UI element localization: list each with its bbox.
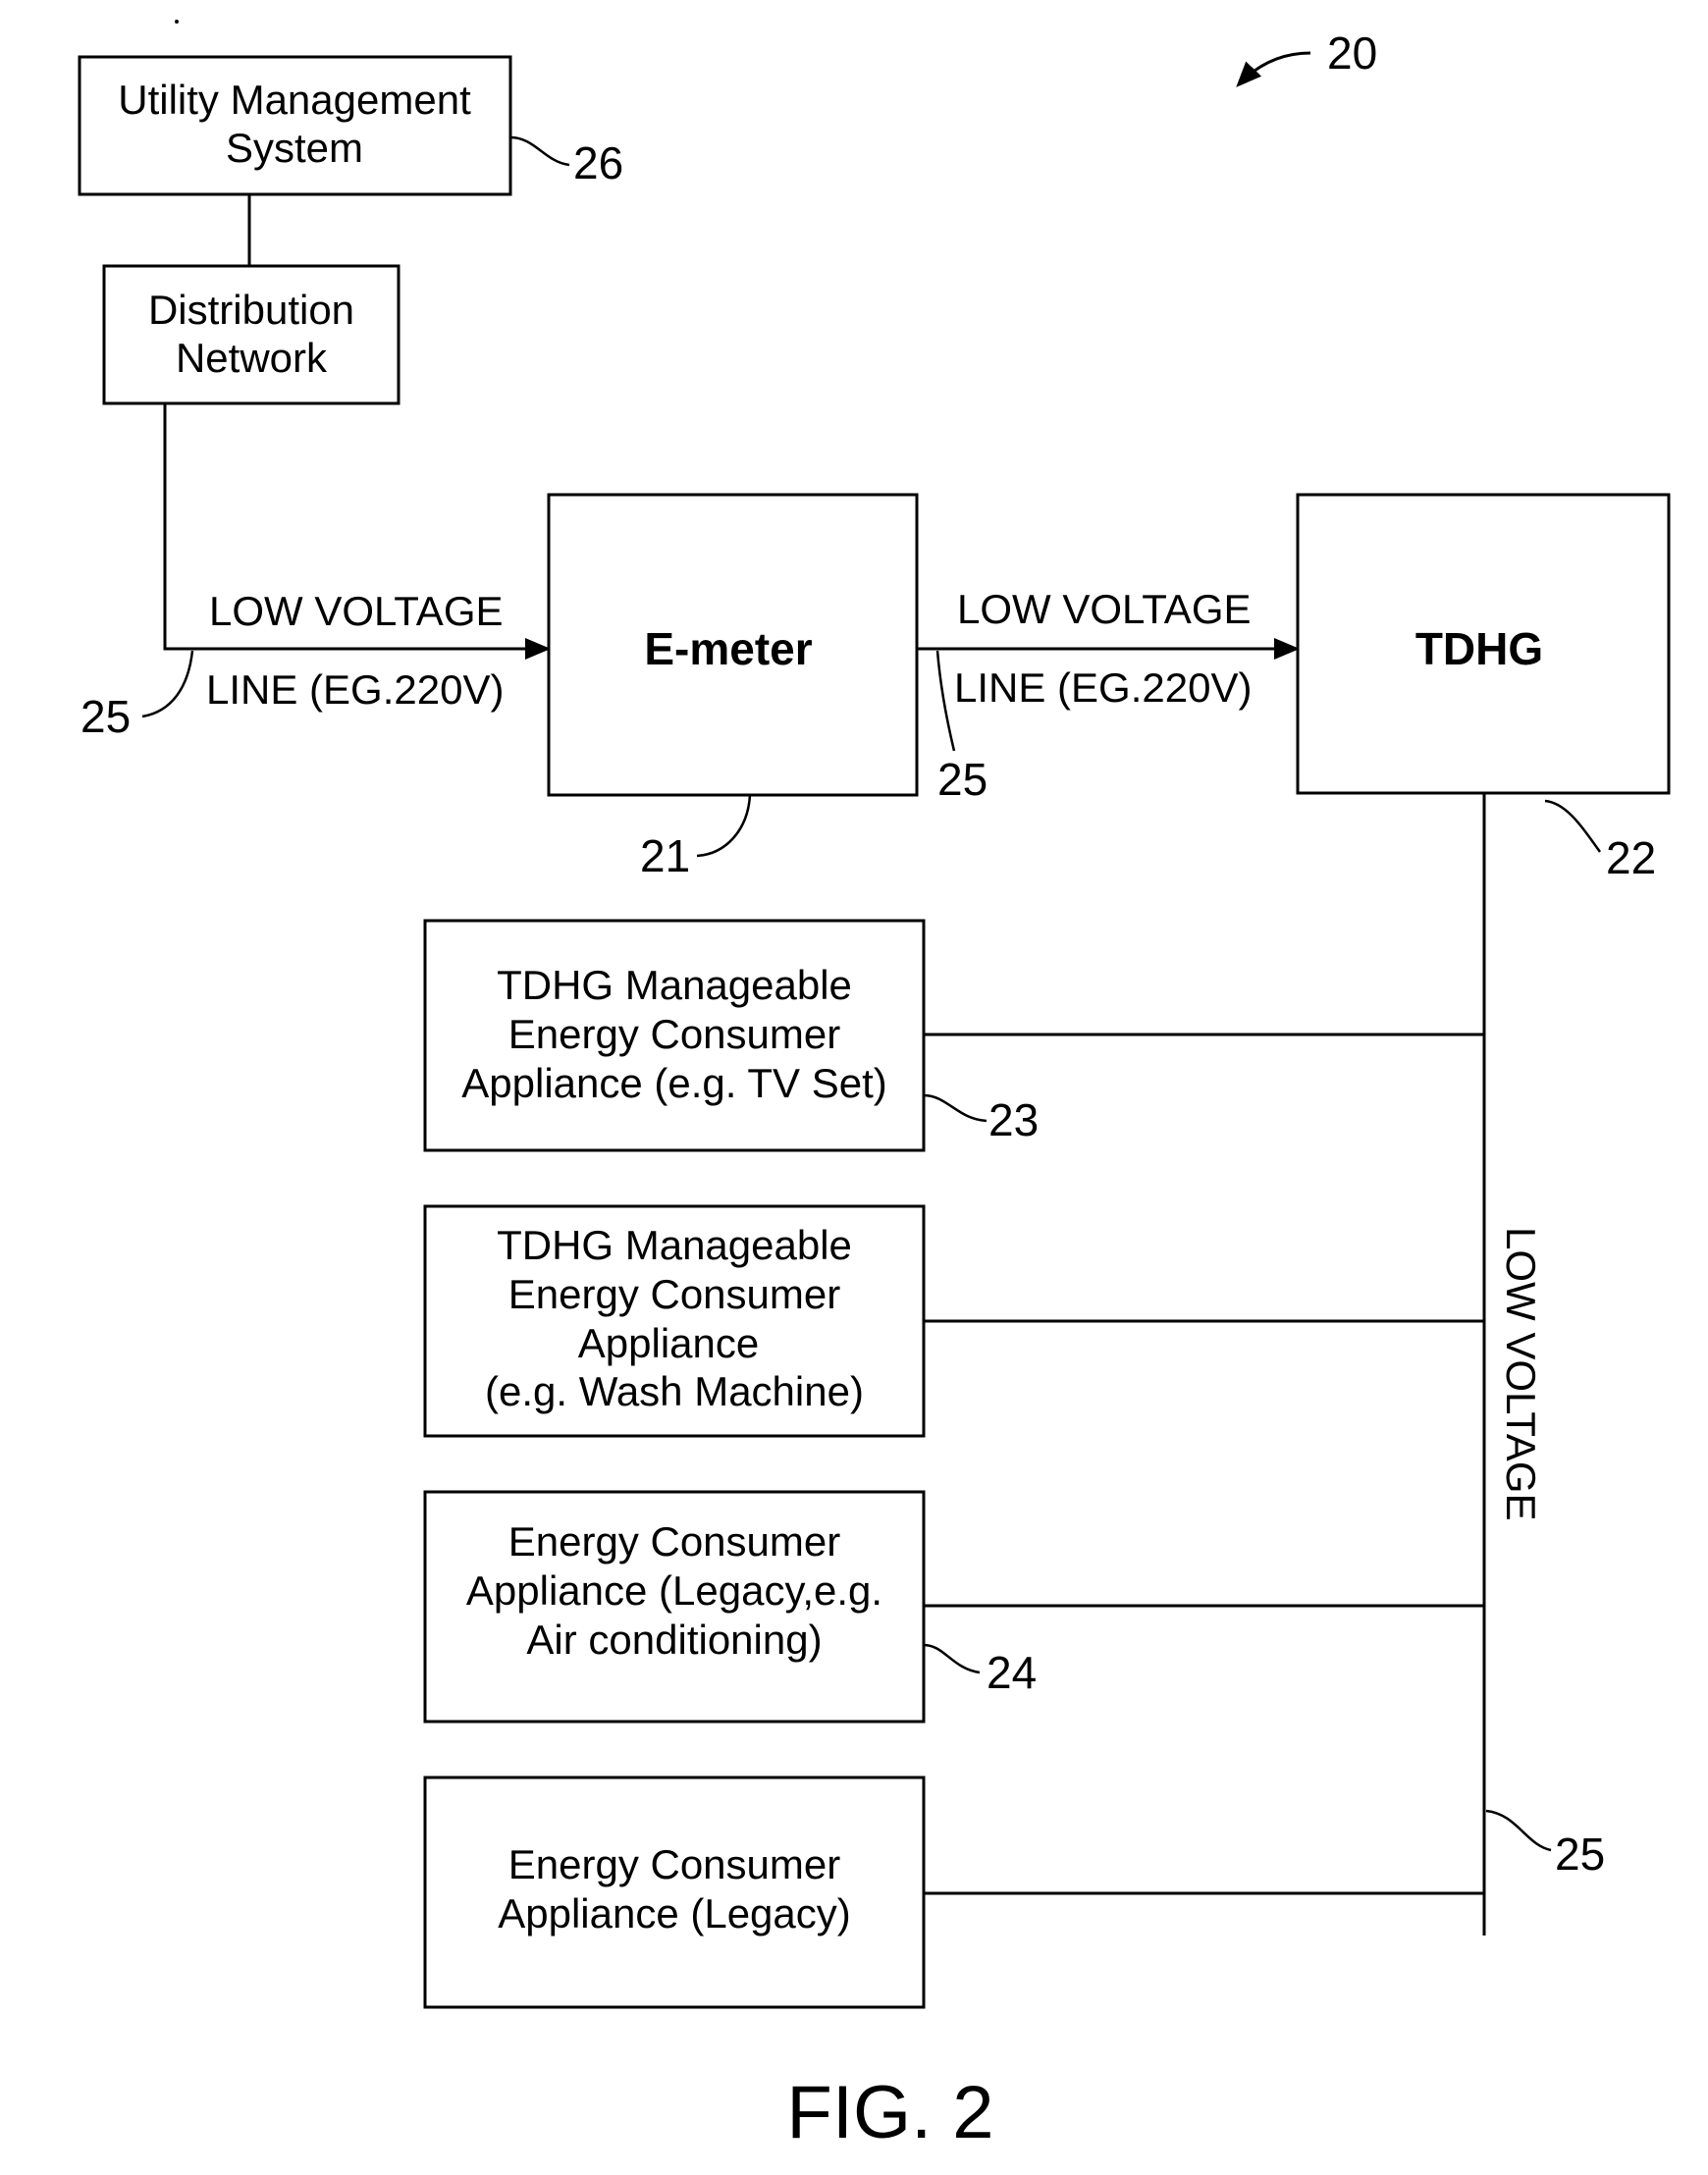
tdhg-ref: 22 [1606, 832, 1656, 883]
appliance-2-line1: TDHG Manageable [497, 1222, 852, 1268]
appliance-4-line1: Energy Consumer [508, 1841, 840, 1887]
system-ref-20: 20 [1236, 27, 1377, 87]
line2-ref-leader [935, 650, 956, 752]
bus-ref-leader [1485, 1809, 1552, 1852]
patent-diagram: 20 Utility Management System 26 Distribu… [78, 20, 1671, 2154]
e-meter-node: E-meter 21 [547, 493, 919, 881]
appliance-2-line4: (e.g. Wash Machine) [485, 1368, 864, 1414]
appliance-3-ref: 24 [987, 1647, 1037, 1698]
e-meter-ref-leader [696, 794, 752, 858]
appliance-air-conditioning-node: Energy Consumer Appliance (Legacy,e.g. A… [423, 1490, 1484, 1724]
utility-management-system-node: Utility Management System 26 [78, 55, 623, 196]
appliance-tv-set-node: TDHG Manageable Energy Consumer Applianc… [423, 919, 1484, 1152]
low-voltage-line-1: LOW VOLTAGE LINE (EG.220V) 25 [80, 403, 551, 742]
low-voltage-bus: LOW VOLTAGE 25 [1482, 793, 1605, 1936]
appliance-3-line1: Energy Consumer [508, 1518, 840, 1565]
utility-ref: 26 [573, 137, 623, 188]
system-ref-label: 20 [1327, 27, 1377, 79]
appliance-3-line2: Appliance (Legacy,e.g. [466, 1567, 882, 1614]
appliance-1-ref-leader [923, 1093, 987, 1123]
line1-label-top: LOW VOLTAGE [209, 588, 504, 634]
distribution-label-line1: Distribution [148, 287, 354, 333]
appliance-2-line3: Appliance [578, 1320, 759, 1366]
figure-caption: FIG. 2 [786, 2071, 993, 2154]
line2-label-bottom: LINE (EG.220V) [954, 664, 1252, 711]
appliance-4-line2: Appliance (Legacy) [498, 1890, 851, 1936]
appliance-legacy-node: Energy Consumer Appliance (Legacy) [423, 1776, 1484, 2009]
low-voltage-line-2: LOW VOLTAGE LINE (EG.220V) 25 [917, 586, 1300, 805]
line1-ref-leader [141, 650, 194, 718]
appliance-1-line1: TDHG Manageable [497, 962, 852, 1008]
system-ref-arrow [1236, 51, 1311, 87]
bus-ref: 25 [1555, 1829, 1605, 1880]
appliance-3-ref-leader [923, 1643, 981, 1674]
line2-label-top: LOW VOLTAGE [957, 586, 1252, 632]
scan-speck [175, 20, 179, 24]
distribution-network-node: Distribution Network [102, 264, 400, 405]
appliance-1-ref: 23 [988, 1094, 1039, 1145]
line2-ref: 25 [937, 754, 987, 805]
utility-label-line2: System [226, 125, 363, 171]
bus-label: LOW VOLTAGE [1498, 1227, 1544, 1521]
appliance-1-line2: Energy Consumer [508, 1011, 840, 1057]
tdhg-label: TDHG [1415, 623, 1543, 674]
tdhg-ref-leader [1544, 799, 1602, 853]
e-meter-label: E-meter [644, 623, 812, 674]
line1-ref: 25 [80, 691, 131, 742]
appliance-wash-machine-node: TDHG Manageable Energy Consumer Applianc… [423, 1204, 1484, 1438]
distribution-label-line2: Network [176, 335, 328, 381]
appliance-2-line2: Energy Consumer [508, 1271, 840, 1317]
line1-label-bottom: LINE (EG.220V) [206, 666, 504, 713]
appliance-3-line3: Air conditioning) [526, 1617, 822, 1663]
utility-ref-leader [509, 135, 570, 167]
appliance-1-line3: Appliance (e.g. TV Set) [461, 1060, 886, 1106]
utility-label-line1: Utility Management [118, 77, 471, 123]
e-meter-ref: 21 [640, 830, 690, 881]
